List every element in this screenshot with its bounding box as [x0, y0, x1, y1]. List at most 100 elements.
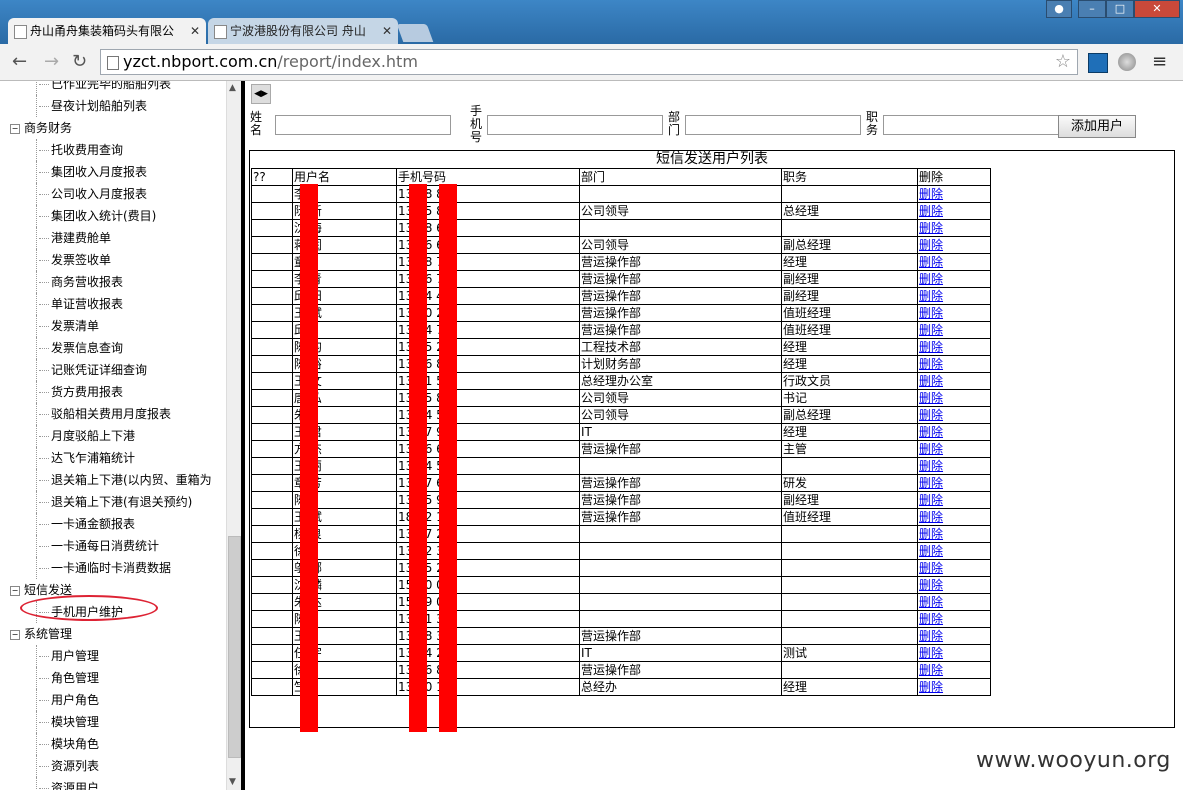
- delete-link[interactable]: 删除: [919, 323, 943, 337]
- delete-link[interactable]: 删除: [919, 476, 943, 490]
- sidebar-item[interactable]: 单证营收报表: [36, 293, 123, 315]
- browser-tab-active[interactable]: 舟山甬舟集装箱码头有限公 ✕: [8, 18, 206, 44]
- redaction-bar: [409, 184, 427, 732]
- sidebar-item[interactable]: 用户角色: [36, 689, 99, 711]
- delete-link[interactable]: 删除: [919, 340, 943, 354]
- sidebar-item[interactable]: 用户管理: [36, 645, 99, 667]
- minimize-button[interactable]: –: [1078, 0, 1106, 18]
- maximize-button[interactable]: □: [1106, 0, 1134, 18]
- delete-link[interactable]: 删除: [919, 357, 943, 371]
- delete-link[interactable]: 删除: [919, 272, 943, 286]
- sidebar-scrollbar[interactable]: ▲ ▼: [226, 81, 241, 790]
- user-icon[interactable]: ●: [1046, 0, 1072, 18]
- delete-link[interactable]: 删除: [919, 425, 943, 439]
- sidebar-item[interactable]: 发票清单: [36, 315, 99, 337]
- sidebar-item[interactable]: 模块管理: [36, 711, 99, 733]
- sidebar-item[interactable]: 达飞乍浦箱统计: [36, 447, 135, 469]
- sidebar-group[interactable]: − 系统管理: [10, 623, 72, 645]
- redaction-bar: [300, 184, 318, 732]
- delete-link[interactable]: 删除: [919, 289, 943, 303]
- bookmark-star-icon[interactable]: ☆: [1055, 50, 1071, 74]
- delete-link[interactable]: 删除: [919, 663, 943, 677]
- delete-link[interactable]: 删除: [919, 187, 943, 201]
- sidebar-item[interactable]: 资源列表: [36, 755, 99, 777]
- globe-extension-icon[interactable]: [1118, 53, 1136, 71]
- sidebar-item[interactable]: 一卡通金额报表: [36, 513, 135, 535]
- department-input[interactable]: [685, 115, 861, 135]
- scrollbar-thumb[interactable]: [228, 536, 241, 758]
- delete-link[interactable]: 删除: [919, 646, 943, 660]
- close-tab-icon[interactable]: ✕: [382, 18, 392, 44]
- delete-link[interactable]: 删除: [919, 221, 943, 235]
- address-bar[interactable]: yzct.nbport.com.cn/report/index.htm ☆: [100, 49, 1078, 75]
- collapse-toggle-icon[interactable]: −: [10, 629, 20, 640]
- delete-link[interactable]: 删除: [919, 544, 943, 558]
- extension-icon[interactable]: [1088, 53, 1108, 73]
- delete-link[interactable]: 删除: [919, 578, 943, 592]
- sidebar-item[interactable]: 已作业完毕的船舶列表: [36, 81, 171, 95]
- delete-cell: 删除: [917, 525, 991, 543]
- sidebar-item[interactable]: 资源用户: [36, 777, 99, 790]
- sidebar-item[interactable]: 一卡通临时卡消费数据: [36, 557, 171, 579]
- scroll-up-icon[interactable]: ▲: [229, 83, 236, 93]
- sidebar-item-label: 发票信息查询: [51, 341, 124, 355]
- sidebar-item[interactable]: 模块角色: [36, 733, 99, 755]
- delete-link[interactable]: 删除: [919, 561, 943, 575]
- sidebar-item[interactable]: 退关箱上下港(以内贸、重箱为: [36, 469, 212, 491]
- sidebar-item[interactable]: 托收费用查询: [36, 139, 123, 161]
- menu-icon[interactable]: ≡: [1152, 51, 1167, 72]
- sidebar-item[interactable]: 驳船相关费用月度报表: [36, 403, 171, 425]
- table-cell: [781, 457, 918, 475]
- scroll-down-icon[interactable]: ▼: [229, 777, 236, 787]
- sidebar-item[interactable]: 昼夜计划船舶列表: [36, 95, 147, 117]
- forward-arrow-icon[interactable]: →: [44, 52, 59, 72]
- reload-icon[interactable]: ↻: [72, 52, 87, 72]
- new-tab-button[interactable]: [396, 24, 434, 42]
- delete-link[interactable]: 删除: [919, 629, 943, 643]
- back-arrow-icon[interactable]: ←: [12, 52, 27, 72]
- delete-cell: 删除: [917, 304, 991, 322]
- phone-input[interactable]: [487, 115, 663, 135]
- name-input[interactable]: [275, 115, 451, 135]
- delete-link[interactable]: 删除: [919, 510, 943, 524]
- delete-link[interactable]: 删除: [919, 442, 943, 456]
- delete-link[interactable]: 删除: [919, 527, 943, 541]
- delete-link[interactable]: 删除: [919, 493, 943, 507]
- browser-tab-inactive[interactable]: 宁波港股份有限公司 舟山 ✕: [208, 18, 398, 44]
- delete-link[interactable]: 删除: [919, 680, 943, 694]
- sidebar-item-label: 港建费舱单: [51, 231, 112, 245]
- delete-link[interactable]: 删除: [919, 612, 943, 626]
- close-tab-icon[interactable]: ✕: [190, 18, 200, 44]
- delete-link[interactable]: 删除: [919, 238, 943, 252]
- sidebar-item[interactable]: 角色管理: [36, 667, 99, 689]
- collapse-toggle-icon[interactable]: −: [10, 585, 20, 596]
- sidebar-item[interactable]: 退关箱上下港(有退关预约): [36, 491, 192, 513]
- sidebar-item[interactable]: 集团收入统计(费目): [36, 205, 156, 227]
- delete-link[interactable]: 删除: [919, 374, 943, 388]
- collapse-toggle-icon[interactable]: −: [10, 123, 20, 134]
- add-user-button[interactable]: 添加用户: [1058, 115, 1136, 138]
- delete-link[interactable]: 删除: [919, 459, 943, 473]
- sidebar-item[interactable]: 记账凭证详细查询: [36, 359, 147, 381]
- delete-link[interactable]: 删除: [919, 408, 943, 422]
- sidebar-group[interactable]: − 商务财务: [10, 117, 72, 139]
- collapse-sidebar-icon[interactable]: ◀▶: [251, 84, 271, 104]
- sidebar-item[interactable]: 港建费舱单: [36, 227, 111, 249]
- sidebar-item[interactable]: 集团收入月度报表: [36, 161, 147, 183]
- position-input[interactable]: [883, 115, 1059, 135]
- table-cell: [251, 627, 293, 645]
- sidebar-item[interactable]: 公司收入月度报表: [36, 183, 147, 205]
- delete-link[interactable]: 删除: [919, 595, 943, 609]
- delete-link[interactable]: 删除: [919, 255, 943, 269]
- delete-link[interactable]: 删除: [919, 306, 943, 320]
- sidebar-item-label: 单证营收报表: [51, 297, 124, 311]
- sidebar-item[interactable]: 发票信息查询: [36, 337, 123, 359]
- sidebar-item[interactable]: 一卡通每日消费统计: [36, 535, 159, 557]
- sidebar-item[interactable]: 月度驳船上下港: [36, 425, 135, 447]
- sidebar-item[interactable]: 商务营收报表: [36, 271, 123, 293]
- delete-link[interactable]: 删除: [919, 391, 943, 405]
- close-window-button[interactable]: ✕: [1134, 0, 1180, 18]
- sidebar-item[interactable]: 货方费用报表: [36, 381, 123, 403]
- delete-link[interactable]: 删除: [919, 204, 943, 218]
- sidebar-item[interactable]: 发票签收单: [36, 249, 111, 271]
